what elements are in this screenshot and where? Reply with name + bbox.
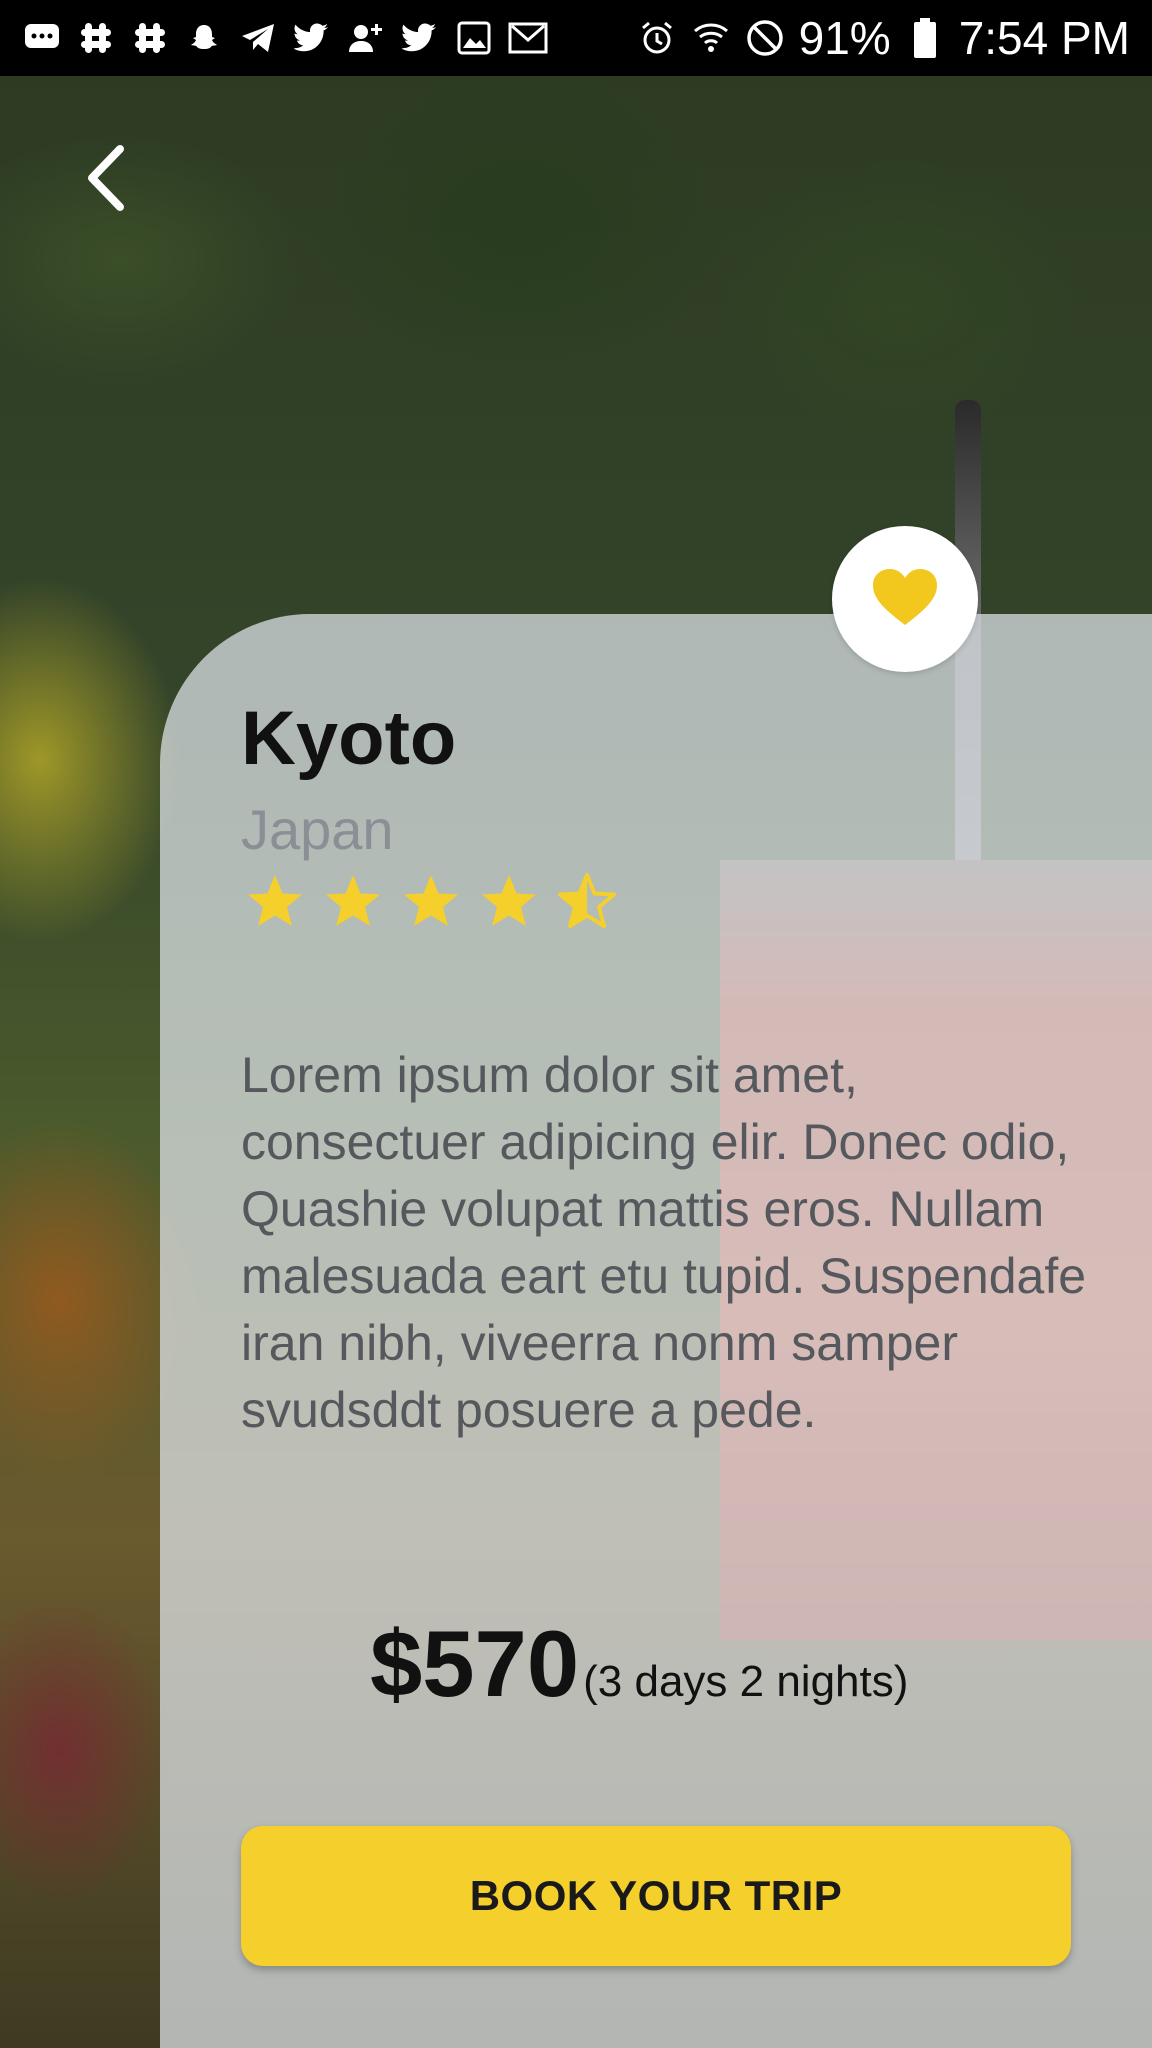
gallery-icon [454, 18, 494, 58]
star-filled-icon [326, 875, 380, 926]
do-not-disturb-icon [745, 18, 785, 58]
star-filled-icon [248, 875, 302, 926]
twitter-icon [292, 18, 332, 58]
star-filled-icon [482, 875, 536, 926]
destination-title: Kyoto [241, 696, 457, 781]
destination-description: Lorem ipsum dolor sit amet, consectuer a… [241, 1047, 1087, 1438]
status-right: 91% 7:54 PM [637, 11, 1130, 65]
snapchat-icon [184, 18, 224, 58]
slack-icon [76, 18, 116, 58]
twitter-icon [400, 18, 440, 58]
status-bar: 91% 7:54 PM [0, 0, 1152, 76]
add-contact-icon [346, 18, 386, 58]
favorite-button[interactable] [832, 526, 978, 672]
price: $570 [370, 1611, 580, 1716]
trip-duration: (3 days 2 nights) [583, 1657, 909, 1706]
back-button[interactable] [70, 135, 140, 225]
wifi-icon [691, 18, 731, 58]
star-filled-icon [404, 875, 458, 926]
notification-icons [22, 18, 637, 58]
destination-country: Japan [241, 798, 394, 861]
rating-stars [245, 872, 617, 932]
clock: 7:54 PM [958, 12, 1130, 64]
slack-icon [130, 18, 170, 58]
price-row: $570 (3 days 2 nights) [370, 1610, 908, 1718]
chevron-left-icon [82, 143, 128, 218]
battery-icon [905, 18, 945, 58]
heart-icon [871, 567, 939, 632]
star-half-icon [558, 873, 616, 928]
battery-percent: 91% [798, 12, 891, 64]
book-trip-button[interactable]: BOOK YOUR TRIP [241, 1826, 1071, 1966]
telegram-icon [238, 18, 278, 58]
gmail-icon [508, 18, 548, 58]
messages-icon [22, 18, 62, 58]
alarm-icon [637, 18, 677, 58]
